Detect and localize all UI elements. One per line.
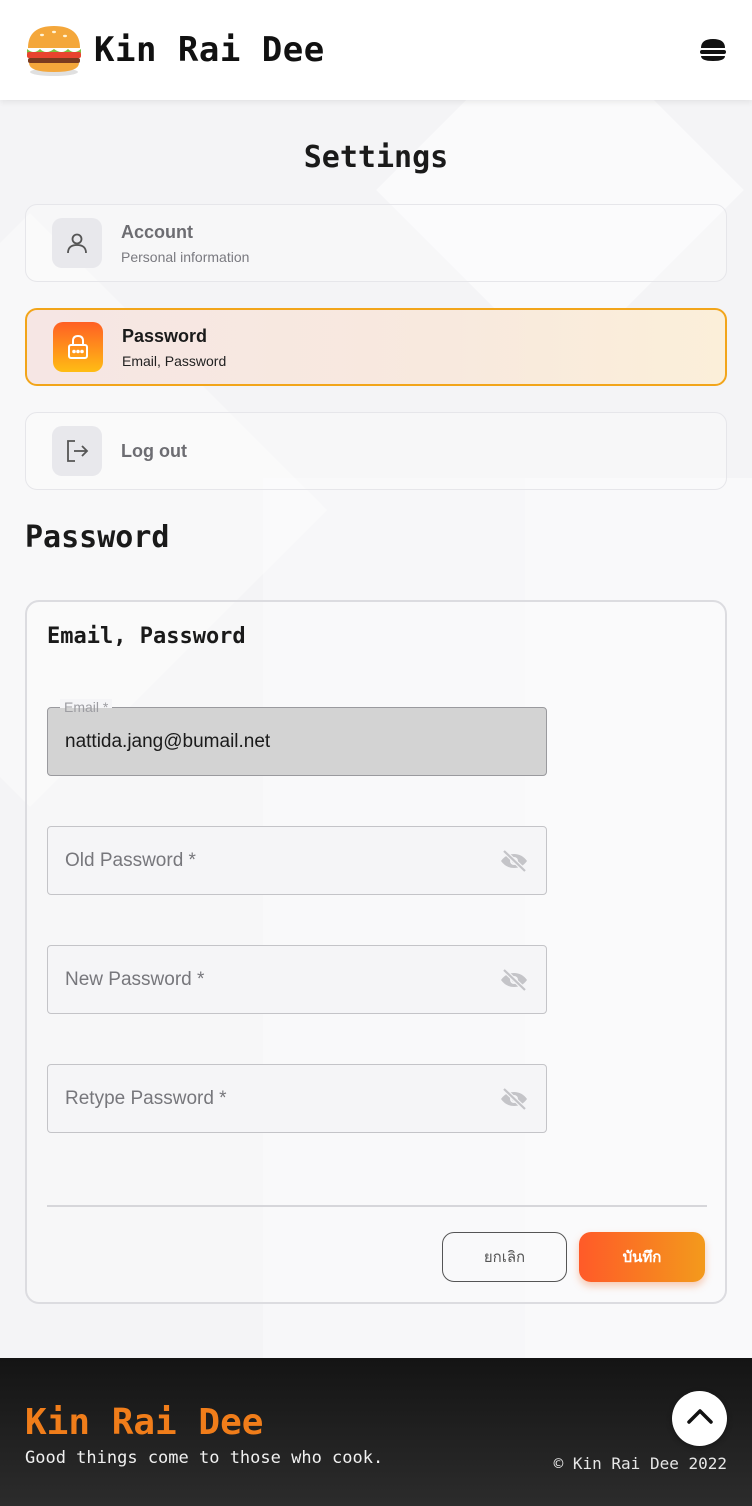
retype-password-placeholder: Retype Password * xyxy=(65,1087,227,1109)
footer-copyright: © Kin Rai Dee 2022 xyxy=(553,1454,727,1473)
new-password-placeholder: New Password * xyxy=(65,968,205,990)
eye-off-icon[interactable] xyxy=(499,965,529,995)
email-field-value: nattida.jang@bumail.net xyxy=(65,730,271,752)
footer: Kin Rai Dee Good things come to those wh… xyxy=(0,1358,752,1506)
settings-menu-password[interactable]: Password Email, Password xyxy=(25,308,727,386)
top-header: Kin Rai Dee xyxy=(0,0,752,100)
eye-off-icon[interactable] xyxy=(499,846,529,876)
menu-label-password: Password xyxy=(122,325,208,346)
lock-icon xyxy=(53,322,103,372)
chevron-up-icon xyxy=(686,1407,714,1430)
form-actions: ยกเลิก บันทึก xyxy=(442,1232,705,1282)
scroll-to-top-button[interactable] xyxy=(672,1391,727,1446)
menu-sub-password: Email, Password xyxy=(122,352,227,369)
eye-off-icon[interactable] xyxy=(499,1084,529,1114)
form-card-title: Email, Password xyxy=(47,624,246,649)
new-password-field[interactable]: New Password * xyxy=(47,945,547,1014)
user-icon xyxy=(52,218,102,268)
menu-label-logout: Log out xyxy=(121,440,187,461)
app-title: Kin Rai Dee xyxy=(94,30,325,70)
settings-title: Settings xyxy=(303,140,449,175)
save-button[interactable]: บันทึก xyxy=(579,1232,705,1282)
main-content: Settings Account Personal information Pa… xyxy=(0,138,752,1304)
logout-icon xyxy=(52,426,102,476)
email-field[interactable]: Email * nattida.jang@bumail.net xyxy=(47,699,547,776)
email-field-label: Email * xyxy=(60,699,113,715)
menu-sub-account: Personal information xyxy=(121,248,250,265)
old-password-field[interactable]: Old Password * xyxy=(47,826,547,895)
footer-tagline: Good things come to those who cook. xyxy=(25,1448,384,1468)
settings-menu-account[interactable]: Account Personal information xyxy=(25,204,727,282)
password-section-title: Password xyxy=(25,520,170,555)
settings-menu-logout[interactable]: Log out xyxy=(25,412,727,490)
logo[interactable]: Kin Rai Dee xyxy=(24,22,325,78)
burger-logo-icon xyxy=(24,22,84,78)
form-divider xyxy=(47,1205,707,1207)
retype-password-field[interactable]: Retype Password * xyxy=(47,1064,547,1133)
menu-label-account: Account xyxy=(121,221,193,242)
burger-menu-icon[interactable] xyxy=(698,35,728,65)
password-form-card: Email, Password Email * nattida.jang@bum… xyxy=(25,600,727,1304)
old-password-placeholder: Old Password * xyxy=(65,849,196,871)
cancel-button[interactable]: ยกเลิก xyxy=(442,1232,567,1282)
footer-brand: Kin Rai Dee xyxy=(25,1402,264,1443)
